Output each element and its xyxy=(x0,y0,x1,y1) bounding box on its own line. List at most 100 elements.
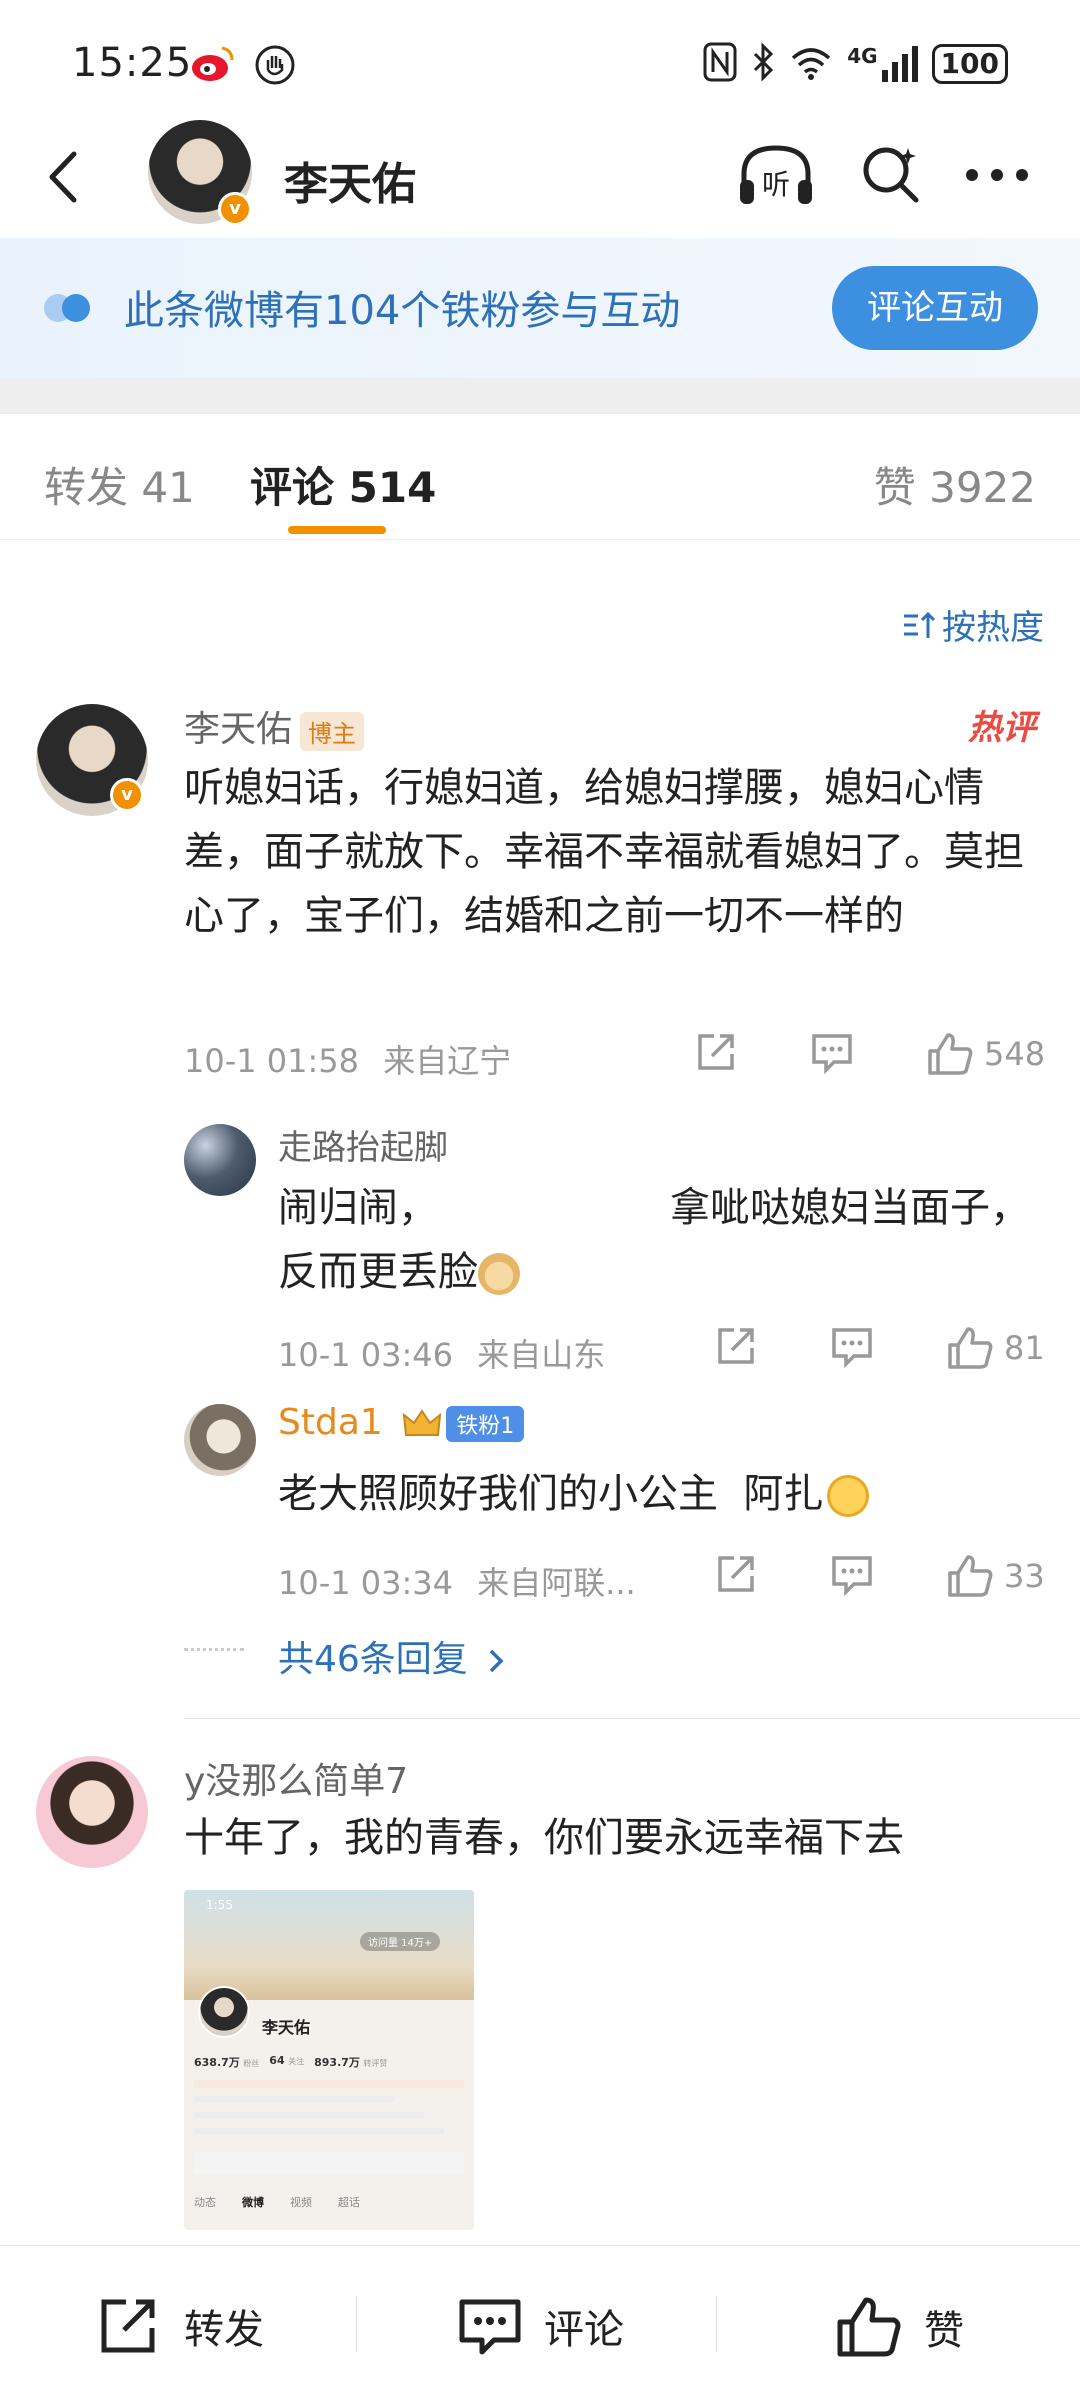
section-divider xyxy=(0,378,1080,414)
more-replies-link[interactable]: 共46条回复 xyxy=(278,1630,507,1682)
reply-location: 来自阿联... xyxy=(477,1564,636,1602)
dotted-line xyxy=(184,1648,244,1651)
like-count: 33 xyxy=(1004,1557,1045,1595)
author-tag: 博主 xyxy=(300,711,365,751)
thumbnail-stat-label: 关注 xyxy=(288,2057,305,2066)
bottom-repost-label: 转发 xyxy=(184,2307,264,2353)
search-icon xyxy=(863,147,919,203)
signal-icon: 4G xyxy=(847,44,918,84)
weibo-notification-icon xyxy=(190,44,236,90)
svg-text:听: 听 xyxy=(762,168,790,201)
avatar[interactable] xyxy=(36,1756,148,1868)
thumbs-up-icon xyxy=(948,1327,993,1369)
thumbnail-stat: 893.7万 xyxy=(314,2056,360,2069)
avatar[interactable] xyxy=(184,1404,256,1476)
tab-underline xyxy=(288,526,386,534)
repost-button[interactable] xyxy=(714,1552,758,1600)
status-bar: 15:25 4G 100 xyxy=(0,0,1080,120)
reply-button[interactable] xyxy=(810,1030,854,1078)
tabs: 转发 41 评论 514 赞 3922 xyxy=(0,414,1080,540)
search-button[interactable] xyxy=(858,142,924,212)
reply-author[interactable]: Stda1 xyxy=(278,1402,383,1443)
comment-author[interactable]: y没那么简单7 xyxy=(184,1752,408,1804)
battery-indicator: 100 xyxy=(931,44,1008,84)
bottom-separator xyxy=(356,2296,357,2352)
reply-text: 闹归闹， xyxy=(278,1185,438,1231)
reply-time: 10-1 03:46 xyxy=(278,1336,454,1374)
tab-like[interactable]: 赞 3922 xyxy=(874,454,1036,515)
reply-author[interactable]: 走路抬起脚 xyxy=(278,1120,448,1169)
fan-level-badge: 铁粉1 xyxy=(446,1406,525,1442)
like-button[interactable]: 548 xyxy=(926,1031,1045,1077)
like-button[interactable]: 81 xyxy=(946,1325,1045,1371)
comment-icon xyxy=(832,1556,872,1597)
comment-author[interactable]: 李天佑 xyxy=(184,709,292,750)
thumbnail-time: 1:55 xyxy=(206,1898,233,1912)
comment-divider xyxy=(184,1718,1080,1719)
reply-text: 老大照顾好我们的小公主 阿扎 xyxy=(278,1471,824,1517)
avatar[interactable] xyxy=(184,1124,256,1196)
like-button[interactable]: 33 xyxy=(946,1553,1045,1599)
thumbnail-name: 李天佑 xyxy=(262,2018,311,2037)
repost-button[interactable] xyxy=(694,1030,738,1078)
headphones-icon: 听 xyxy=(740,145,812,204)
back-arrow-icon xyxy=(49,151,77,203)
fan-interaction-banner: 此条微博有104个铁粉参与互动 评论互动 xyxy=(0,238,1080,378)
bottom-like-button[interactable]: 赞 xyxy=(836,2296,964,2358)
comment-image[interactable]: 1:55 访问量 14万+ 李天佑 638.7万 粉丝 64 关注 893.7万… xyxy=(184,1890,474,2230)
more-button[interactable] xyxy=(964,165,1030,189)
tab-repost[interactable]: 转发 41 xyxy=(44,454,195,515)
listen-button[interactable]: 听 xyxy=(734,140,818,214)
crying-emoji-icon xyxy=(827,1475,870,1517)
tab-comment[interactable]: 评论 514 xyxy=(250,454,436,515)
share-icon xyxy=(698,1034,734,1070)
gesture-icon xyxy=(254,44,296,90)
thumbnail-stat: 638.7万 xyxy=(194,2056,240,2069)
thumbnail-tab: 超话 xyxy=(338,2196,360,2209)
thumbnail-tab: 视频 xyxy=(290,2196,312,2209)
hot-comment-badge: 热评 xyxy=(968,708,1036,748)
reply-time: 10-1 03:34 xyxy=(278,1564,454,1602)
more-replies-label: 共46条回复 xyxy=(278,1639,468,1680)
thumbnail-tab: 动态 xyxy=(194,2196,216,2209)
share-icon xyxy=(101,2299,155,2353)
bottom-comment-button[interactable]: 评论 xyxy=(458,2296,624,2356)
thumbs-up-icon xyxy=(948,1555,993,1597)
sort-icon xyxy=(904,611,936,638)
sort-button[interactable]: 按热度 xyxy=(902,600,1044,649)
bottom-action-bar: 转发 评论 赞 xyxy=(0,2245,1080,2397)
like-count: 81 xyxy=(1004,1329,1045,1367)
verified-badge-icon: v xyxy=(218,192,252,226)
back-button[interactable] xyxy=(30,142,100,212)
crown-icon xyxy=(403,1409,442,1436)
repost-button[interactable] xyxy=(714,1324,758,1372)
thumbnail-avatar xyxy=(198,1986,250,2038)
bluetooth-icon xyxy=(751,42,775,86)
thumbs-up-icon xyxy=(837,2297,901,2357)
comment-time: 10-1 01:58 xyxy=(184,1042,360,1080)
comment-body: 听媳妇话，行媳妇道，给媳妇撑腰，媳妇心情差，面子就放下。幸福不幸福就看媳妇了。莫… xyxy=(184,765,1024,939)
comment-interact-button[interactable]: 评论互动 xyxy=(832,266,1038,350)
thumbnail-stat: 64 xyxy=(269,2054,285,2067)
status-time: 15:25 xyxy=(72,40,193,86)
reply-button[interactable] xyxy=(830,1552,874,1600)
comment-icon xyxy=(832,1328,872,1369)
author-name[interactable]: 李天佑 xyxy=(284,148,416,212)
nfc-icon xyxy=(703,42,737,86)
verified-badge-icon: v xyxy=(110,778,144,812)
bottom-comment-label: 评论 xyxy=(544,2307,624,2353)
chevron-right-icon xyxy=(490,1649,504,1673)
comment-icon xyxy=(459,2299,521,2355)
comment-icon xyxy=(812,1034,852,1075)
bottom-separator xyxy=(716,2296,717,2352)
reply-text: 拿呲哒媳妇当面子， xyxy=(670,1185,1030,1231)
wifi-icon xyxy=(789,42,833,86)
bottom-repost-button[interactable]: 转发 xyxy=(98,2296,264,2356)
bottom-like-label: 赞 xyxy=(924,2308,964,2354)
thumbs-up-icon xyxy=(928,1033,973,1075)
thumbnail-stat-label: 转评赞 xyxy=(363,2059,388,2068)
fan-icon xyxy=(44,290,100,326)
doge-emoji-icon xyxy=(478,1253,520,1295)
reply-button[interactable] xyxy=(830,1324,874,1372)
thumbnail-search: 访问量 14万+ xyxy=(360,1932,441,1951)
